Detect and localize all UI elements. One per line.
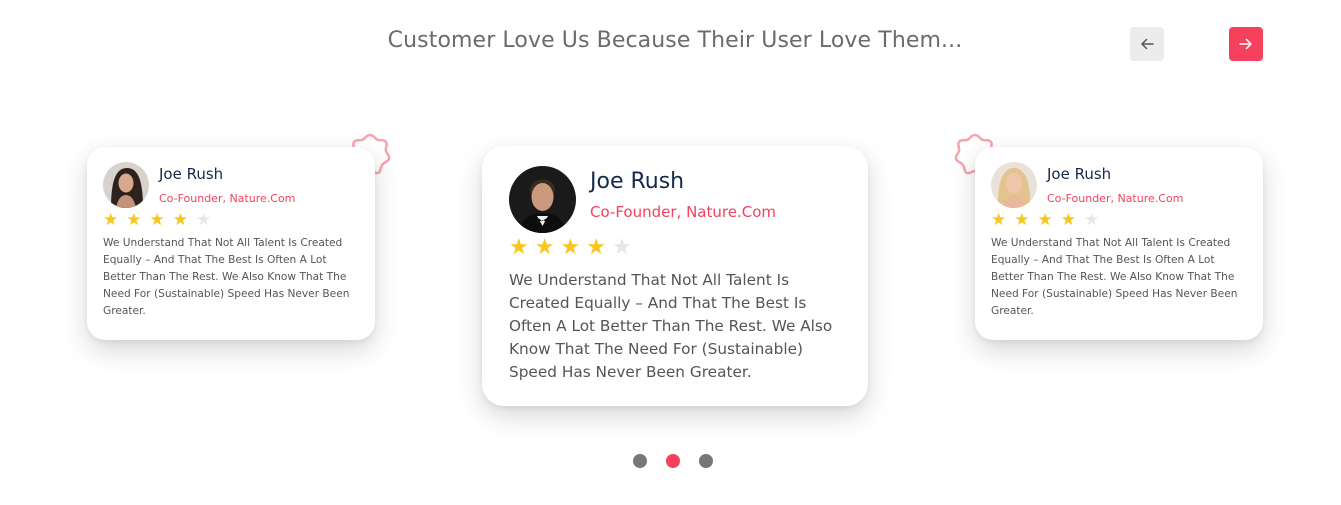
- reviewer-name: Joe Rush: [159, 165, 224, 183]
- reviewer-name: Joe Rush: [590, 169, 685, 194]
- star-filled-icon: ★: [149, 210, 165, 230]
- testimonial-card: Joe Rush Co-Founder, Nature.Com ★ ★ ★ ★ ★ We…: [87, 147, 375, 340]
- star-filled-icon: ★: [586, 235, 606, 260]
- star-filled-icon: ★: [103, 210, 119, 230]
- carousel-pagination: [633, 454, 713, 468]
- reviewer-role: Co-Founder, Nature.Com: [590, 203, 776, 221]
- arrow-right-icon: [1239, 38, 1252, 50]
- testimonial-text: We Understand That Not All Talent Is Cre…: [103, 237, 350, 317]
- star-filled-icon: ★: [172, 210, 188, 230]
- star-rating: ★ ★ ★ ★ ★: [991, 212, 1247, 229]
- avatar: [509, 166, 576, 233]
- star-filled-icon: ★: [1014, 210, 1030, 230]
- avatar: [991, 162, 1037, 208]
- star-filled-icon: ★: [509, 235, 529, 260]
- testimonial-text: We Understand That Not All Talent Is Cre…: [991, 237, 1238, 317]
- star-filled-icon: ★: [1060, 210, 1076, 230]
- star-filled-icon: ★: [534, 235, 555, 260]
- star-empty-icon: ★: [196, 210, 212, 230]
- testimonial-card-active: Joe Rush Co-Founder, Nature.Com ★ ★ ★ ★ ★ We…: [482, 146, 868, 406]
- testimonial-text: We Understand That Not All Talent Is Cre…: [509, 271, 833, 381]
- star-rating: ★ ★ ★ ★ ★: [103, 212, 359, 229]
- star-filled-icon: ★: [991, 210, 1007, 230]
- pagination-dot[interactable]: [633, 454, 647, 468]
- pagination-dot-active[interactable]: [666, 454, 680, 468]
- star-filled-icon: ★: [560, 235, 581, 260]
- reviewer-name: Joe Rush: [1047, 165, 1112, 183]
- arrow-left-icon: [1141, 38, 1154, 50]
- star-rating: ★ ★ ★ ★ ★: [509, 237, 841, 259]
- star-empty-icon: ★: [611, 235, 632, 260]
- prev-button[interactable]: [1130, 27, 1164, 61]
- testimonial-card: Joe Rush Co-Founder, Nature.Com ★ ★ ★ ★ ★ We…: [975, 147, 1263, 340]
- testimonial-section: Customer Love Us Because Their User Love…: [0, 0, 1341, 505]
- star-empty-icon: ★: [1084, 210, 1100, 230]
- avatar: [103, 162, 149, 208]
- star-filled-icon: ★: [126, 210, 142, 230]
- reviewer-role: Co-Founder, Nature.Com: [1047, 192, 1184, 205]
- reviewer-role: Co-Founder, Nature.Com: [159, 192, 296, 205]
- next-button[interactable]: [1229, 27, 1263, 61]
- pagination-dot[interactable]: [699, 454, 713, 468]
- star-filled-icon: ★: [1037, 210, 1053, 230]
